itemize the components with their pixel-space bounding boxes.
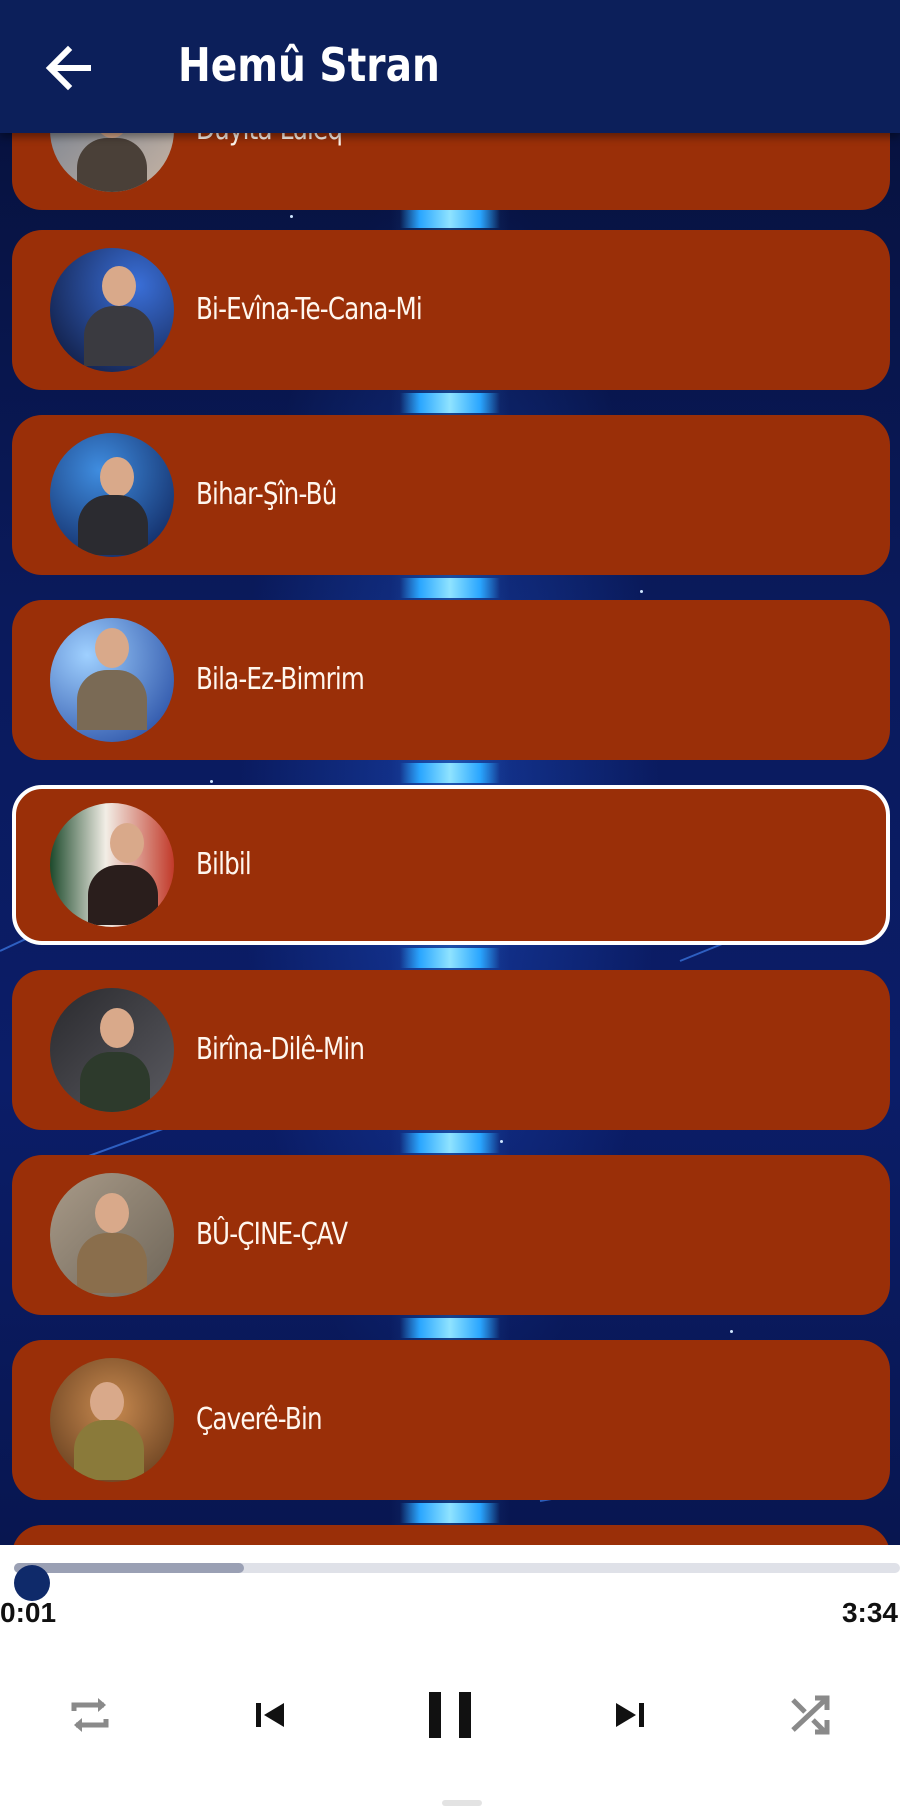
background-star [210, 780, 213, 783]
repeat-icon [71, 1698, 109, 1732]
song-title: Bihar-Şîn-Bû [196, 477, 337, 512]
artist-avatar [50, 618, 174, 742]
song-list-item[interactable]: Bihar-Şîn-Bû [12, 415, 890, 575]
artist-avatar [50, 1358, 174, 1482]
background-light-beam [400, 1318, 500, 1338]
next-button[interactable] [590, 1675, 670, 1755]
background-star [290, 215, 293, 218]
seek-bar-thumb[interactable] [14, 1565, 51, 1601]
home-indicator [442, 1800, 482, 1806]
repeat-button[interactable] [50, 1675, 130, 1755]
artist-avatar [50, 433, 174, 557]
song-list-item[interactable]: Çaverê-Bin [12, 1340, 890, 1500]
background-light-beam [400, 1503, 500, 1523]
pause-button[interactable] [410, 1675, 490, 1755]
shuffle-button[interactable] [770, 1675, 850, 1755]
background-star [640, 590, 643, 593]
song-title: Bilbil [196, 847, 252, 882]
background-light-beam [400, 948, 500, 968]
song-title: Birîna-Dilê-Min [196, 1032, 365, 1067]
page-title: Hemû Stran [178, 38, 440, 92]
back-button[interactable] [38, 36, 102, 100]
seek-bar-buffered [14, 1563, 245, 1573]
artist-avatar [50, 248, 174, 372]
song-list-item[interactable]: Bi-Evîna-Te-Cana-Mi [12, 230, 890, 390]
total-duration: 3:34 [841, 1597, 898, 1628]
artist-avatar [50, 988, 174, 1112]
song-title: Bi-Evîna-Te-Cana-Mi [196, 292, 423, 327]
background-light-beam [400, 578, 500, 598]
background-light-beam [400, 208, 500, 228]
background-star [500, 1140, 503, 1143]
skip-previous-icon [256, 1703, 284, 1727]
song-title: Çaverê-Bin [196, 1402, 323, 1437]
app-bar: Hemû Stran [0, 0, 900, 133]
song-title: BÛ-ÇINE-ÇAV [196, 1217, 348, 1252]
previous-button[interactable] [230, 1675, 310, 1755]
background-star [730, 1330, 733, 1333]
song-title: Bila-Ez-Bimrim [196, 662, 365, 697]
song-list-item[interactable] [12, 1525, 890, 1545]
song-list-item[interactable]: Birîna-Dilê-Min [12, 970, 890, 1130]
background-light-beam [400, 763, 500, 783]
elapsed-time: 0:01 [0, 1597, 57, 1628]
song-list-item[interactable]: Bila-Ez-Bimrim [12, 600, 890, 760]
song-list[interactable]: Duyîta-Lûleq Bi-Evîna-Te-Cana-Mi Bihar-Ş… [0, 0, 900, 1545]
pause-icon [429, 1692, 471, 1738]
artist-avatar [50, 1173, 174, 1297]
background-light-beam [400, 393, 500, 413]
song-list-item[interactable]: BÛ-ÇINE-ÇAV [12, 1155, 890, 1315]
song-list-item-active[interactable]: Bilbil [12, 785, 890, 945]
background-light-beam [400, 1133, 500, 1153]
arrow-left-icon [45, 45, 91, 91]
seek-bar[interactable] [14, 1563, 900, 1601]
music-player: 0:01 3:34 [0, 1545, 900, 1814]
shuffle-icon [791, 1695, 830, 1735]
artist-avatar [50, 803, 174, 927]
skip-next-icon [616, 1703, 644, 1727]
